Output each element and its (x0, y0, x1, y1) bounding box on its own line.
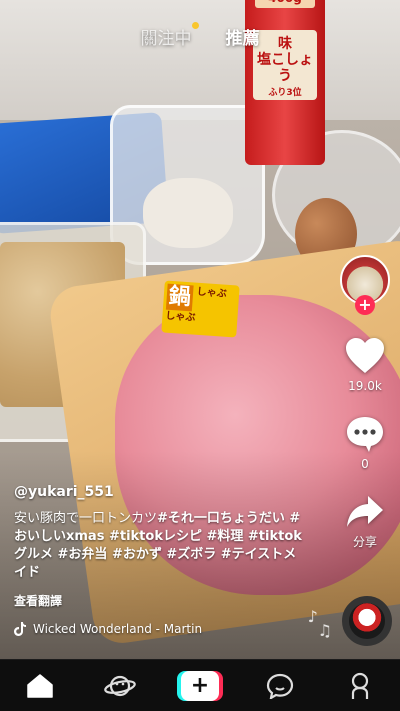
create-button[interactable]: + (177, 670, 223, 701)
tiktok-note-icon (14, 622, 26, 636)
bottle-sub-text: ふり3位 (268, 88, 302, 98)
translate-link[interactable]: 查看翻譯 (14, 592, 306, 609)
bottom-nav-bar: + (0, 659, 400, 711)
music-disc-cover (349, 603, 385, 639)
new-content-dot (191, 22, 199, 29)
nav-discover[interactable] (95, 666, 145, 706)
bottle-cap-text: 400g (255, 0, 315, 8)
planet-icon (104, 675, 136, 696)
nav-profile[interactable] (335, 666, 385, 706)
comment-count: 0 (361, 457, 369, 471)
like-count: 19.0k (348, 379, 382, 393)
tab-for-you[interactable]: 推薦 (226, 24, 260, 49)
nav-inbox[interactable] (255, 666, 305, 706)
music-title: Wicked Wonderland - Martin (33, 622, 203, 636)
share-button[interactable]: 分享 (345, 493, 385, 550)
comment-button[interactable]: 0 (345, 415, 385, 471)
like-button[interactable]: 19.0k (345, 337, 385, 393)
music-ticker[interactable]: Wicked Wonderland - Martin (14, 622, 234, 636)
plus-icon: + (181, 670, 219, 701)
music-notes-icon: ♪ ♫ (307, 607, 332, 640)
heart-icon (346, 338, 384, 373)
caption-description: 安い豚肉で一口トンカツ#それ一口ちょうだい #おいしいxmas #tiktokレ… (14, 510, 306, 582)
share-arrow-icon (347, 496, 383, 527)
right-action-rail: + 19.0k 0 分享 (338, 255, 392, 550)
creator-username[interactable]: @yukari_551 (14, 484, 306, 500)
caption-text: 安い豚肉で一口トンカツ (14, 511, 158, 526)
share-label: 分享 (352, 535, 377, 549)
tab-following[interactable]: 關注中 (140, 22, 199, 49)
music-disc[interactable] (342, 596, 392, 646)
nav-home[interactable] (15, 666, 65, 706)
price-sticker: 鍋 しゃぶしゃぶ (161, 280, 240, 338)
video-caption: @yukari_551 安い豚肉で一口トンカツ#それ一口ちょうだい #おいしいx… (14, 484, 306, 636)
comment-icon (347, 417, 383, 452)
top-tabs: 關注中 推薦 (0, 22, 400, 49)
inbox-chat-icon (266, 673, 294, 699)
sticker-big-text: 鍋 (165, 283, 194, 312)
profile-icon (351, 672, 369, 699)
tab-for-you-label: 推薦 (225, 29, 260, 49)
tiktok-feed-screen: 400g 味 塩こしょう ふり3位 鍋 しゃぶしゃぶ 關注中 推薦 + (0, 0, 400, 711)
tab-following-label: 關注中 (140, 29, 192, 49)
home-icon (27, 673, 53, 698)
follow-plus-button[interactable]: + (355, 295, 375, 315)
nav-create[interactable]: + (175, 666, 225, 706)
